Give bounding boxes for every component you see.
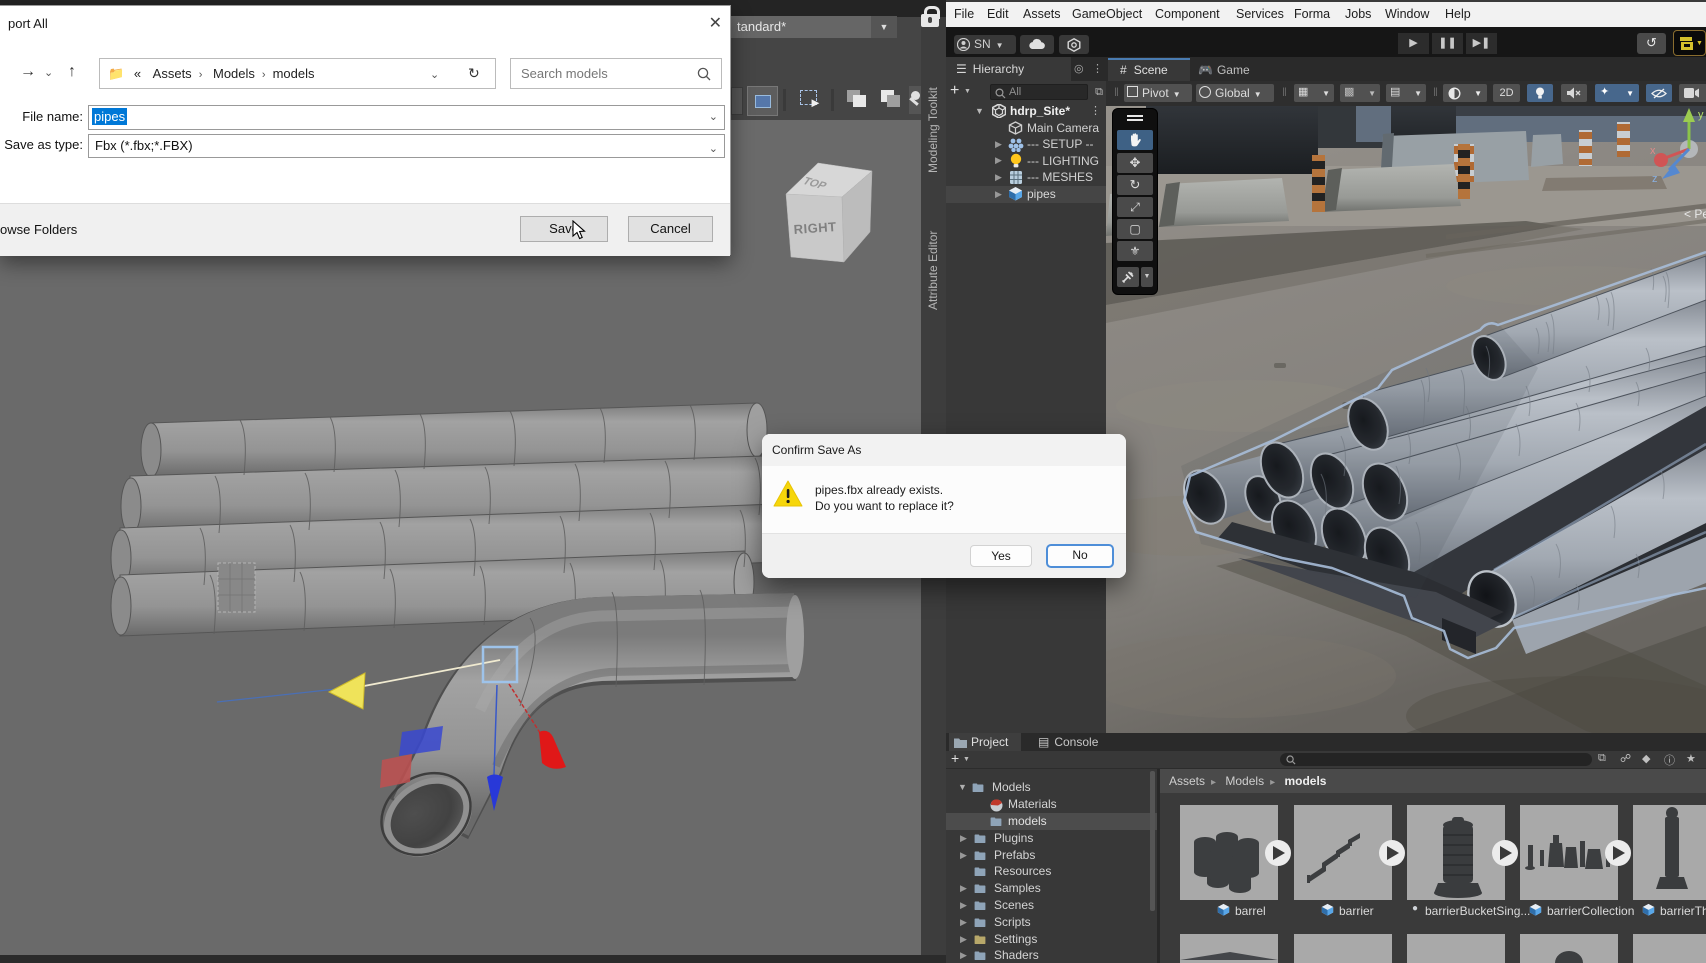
svg-text:RIGHT: RIGHT (793, 219, 837, 237)
svg-text:< Pe: < Pe (1684, 207, 1706, 221)
svg-text:x: x (1650, 145, 1656, 157)
svg-text:z: z (1652, 173, 1658, 185)
svg-text:y: y (1698, 109, 1704, 121)
